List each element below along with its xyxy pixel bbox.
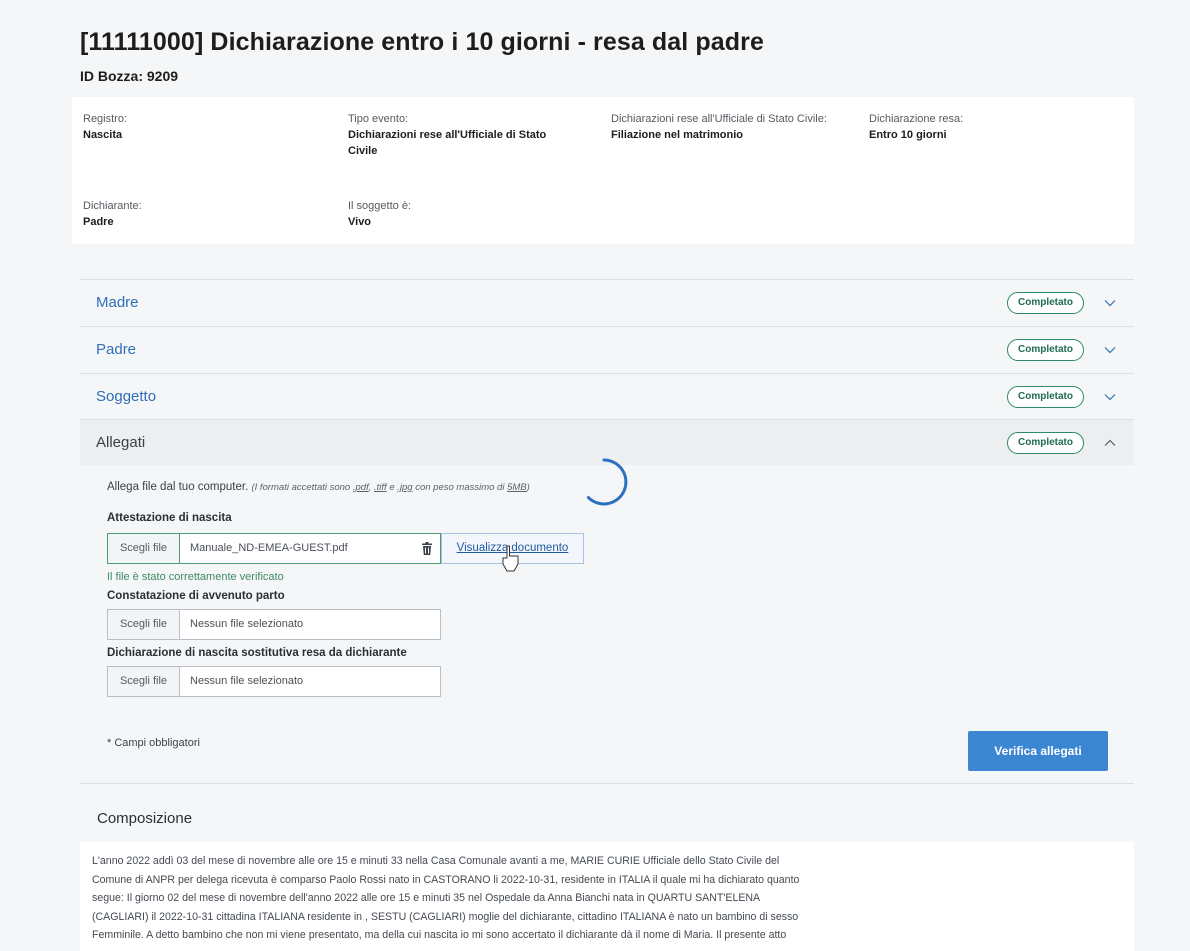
soggetto-stato-field: Il soggetto è: Vivo <box>348 198 411 230</box>
tipo-evento-value-line2: Civile <box>348 145 378 157</box>
hint-close: ) <box>526 482 530 493</box>
hint-formats-intro: (I formati accettati sono <box>251 482 351 493</box>
attestazione-label: Attestazione di nascita <box>107 512 232 524</box>
constatazione-file-input[interactable]: Scegli file Nessun file selezionato <box>107 609 441 640</box>
format-pdf: .pdf <box>352 482 369 493</box>
status-badge: Completato <box>1007 432 1084 454</box>
hint-formats: (I formati accettati sono .pdf, .tiff e … <box>251 482 529 493</box>
chevron-down-icon[interactable] <box>1103 390 1117 404</box>
composition-line: L'anno 2022 addì 03 del mese di novembre… <box>92 855 780 867</box>
chevron-down-icon[interactable] <box>1103 343 1117 357</box>
attachments-hint: Allega file dal tuo computer. (I formati… <box>107 481 530 493</box>
dichiarazione-sostitutiva-file-input[interactable]: Scegli file Nessun file selezionato <box>107 666 441 697</box>
selected-file-name: Nessun file selezionato <box>190 675 304 687</box>
dichiarante-label: Dichiarante: <box>83 200 142 212</box>
dichiarazioni-label: Dichiarazioni rese all'Ufficiale di Stat… <box>611 113 827 125</box>
accordion-title[interactable]: Allegati <box>96 434 145 451</box>
dichiarazione-sostitutiva-label: Dichiarazione di nascita sostitutiva res… <box>107 647 407 659</box>
composition-line: segue: Il giorno 02 del mese di novembre… <box>92 892 761 904</box>
tipo-evento-value: Dichiarazioni rese all'Ufficiale di Stat… <box>348 127 546 159</box>
format-separator: , <box>368 482 372 493</box>
registro-label: Registro: <box>83 113 128 125</box>
draft-id: ID Bozza: 9209 <box>80 68 179 84</box>
attestazione-file-input[interactable]: Scegli file Manuale_ND-EMEA-GUEST.pdf <box>107 533 441 564</box>
dichiarazione-resa-label: Dichiarazione resa: <box>869 113 964 125</box>
choose-file-button[interactable]: Scegli file <box>108 610 180 639</box>
status-badge: Completato <box>1007 292 1084 314</box>
dichiarazioni-value: Filiazione nel matrimonio <box>611 129 744 141</box>
tipo-evento-field: Tipo evento: Dichiarazioni rese all'Uffi… <box>348 111 546 159</box>
registro-field: Registro: Nascita <box>83 111 127 143</box>
accordion-title[interactable]: Padre <box>96 341 136 358</box>
accordion-title[interactable]: Soggetto <box>96 388 156 405</box>
composition-title: Composizione <box>97 810 193 827</box>
format-tiff: .tiff <box>374 482 387 493</box>
composition-line: Femminile. A detto bambino che non mi vi… <box>92 929 787 941</box>
accordion-madre[interactable]: Madre Completato <box>80 279 1134 325</box>
verify-attachments-button[interactable]: Verifica allegati <box>968 731 1108 771</box>
registro-value: Nascita <box>83 129 123 141</box>
soggetto-stato-label: Il soggetto è: <box>348 200 411 212</box>
tipo-evento-label: Tipo evento: <box>348 113 409 125</box>
dichiarazione-resa-field: Dichiarazione resa: Entro 10 giorni <box>869 111 963 143</box>
composition-text-box: L'anno 2022 addì 03 del mese di novembre… <box>80 842 1134 951</box>
selected-file-name: Nessun file selezionato <box>190 618 304 630</box>
format-jpg: .jpg <box>397 482 413 493</box>
loading-spinner-icon <box>586 458 628 506</box>
choose-file-button[interactable]: Scegli file <box>108 667 180 696</box>
page-title: [11111000] Dichiarazione entro i 10 gior… <box>80 28 764 56</box>
chevron-down-icon[interactable] <box>1103 296 1117 310</box>
attachments-panel: Allega file dal tuo computer. (I formati… <box>80 458 1134 783</box>
dichiarante-field: Dichiarante: Padre <box>83 198 142 230</box>
dichiarazioni-field: Dichiarazioni rese all'Ufficiale di Stat… <box>611 111 827 143</box>
selected-file-name: Manuale_ND-EMEA-GUEST.pdf <box>190 542 348 554</box>
accordion-title[interactable]: Madre <box>96 294 139 311</box>
summary-card: Registro: Nascita Tipo evento: Dichiaraz… <box>72 97 1134 244</box>
mouse-cursor-icon <box>502 545 519 572</box>
tipo-evento-value-line1: Dichiarazioni rese all'Ufficiale di Stat… <box>348 129 547 141</box>
dichiarante-value: Padre <box>83 216 114 228</box>
max-size: 5MB <box>507 482 527 493</box>
trash-icon[interactable] <box>421 542 433 555</box>
dichiarazione-resa-value: Entro 10 giorni <box>869 129 947 141</box>
file-verified-message: Il file è stato correttamente verificato <box>107 571 284 583</box>
soggetto-stato-value: Vivo <box>348 216 372 228</box>
status-badge: Completato <box>1007 386 1084 408</box>
composition-line: Comune di ANPR per delega ricevuta è com… <box>92 873 800 886</box>
constatazione-label: Constatazione di avvenuto parto <box>107 590 285 602</box>
hint-size-intro: con peso massimo di <box>415 482 505 493</box>
composition-line: (CAGLIARI) il 2022-10-31 cittadina ITALI… <box>92 910 799 923</box>
accordion-soggetto[interactable]: Soggetto Completato <box>80 373 1134 419</box>
required-fields-note: * Campi obbligatori <box>107 737 200 749</box>
chevron-up-icon[interactable] <box>1103 436 1117 450</box>
hint-text: Allega file dal tuo computer. <box>107 481 249 493</box>
section-divider <box>80 783 1134 784</box>
choose-file-button[interactable]: Scegli file <box>108 534 180 563</box>
accordion-padre[interactable]: Padre Completato <box>80 326 1134 372</box>
status-badge: Completato <box>1007 339 1084 361</box>
format-and: e <box>389 482 395 493</box>
